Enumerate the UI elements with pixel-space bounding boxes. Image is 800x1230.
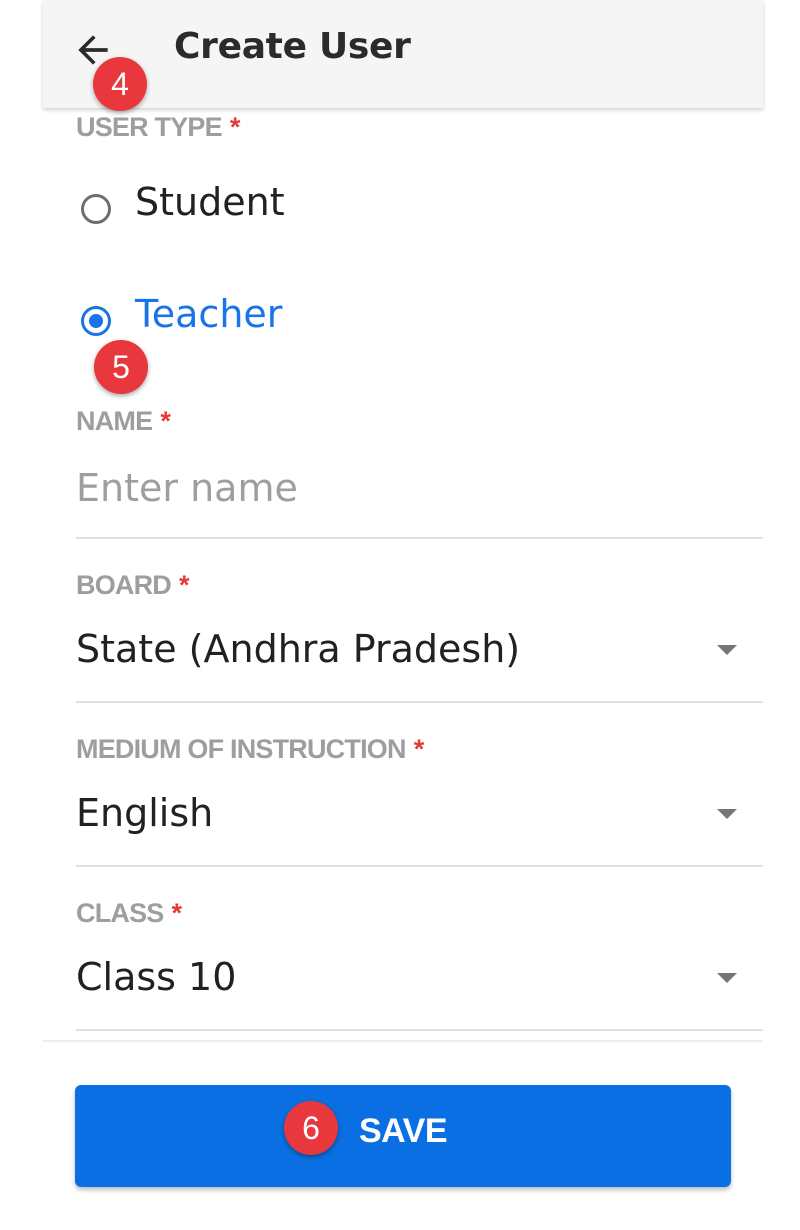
- board-select-underline: [76, 701, 763, 703]
- step-badge-teacher: 5: [94, 340, 148, 394]
- page-title: Create User: [174, 26, 411, 67]
- medium-label: MEDIUM OF INSTRUCTION *: [76, 734, 424, 765]
- class-label-text: CLASS: [76, 898, 164, 928]
- dropdown-caret-icon[interactable]: [717, 645, 737, 655]
- class-select-underline: [76, 1029, 763, 1031]
- radio-label-teacher: Teacher: [135, 292, 283, 336]
- required-mark: *: [160, 406, 171, 436]
- user-type-label-text: USER TYPE: [76, 112, 223, 142]
- user-type-label: USER TYPE *: [76, 112, 240, 143]
- step-badge-save: 6: [284, 1101, 338, 1155]
- required-mark: *: [229, 112, 240, 142]
- footer-divider: [43, 1040, 763, 1042]
- name-label: NAME *: [76, 406, 171, 437]
- medium-select-underline: [76, 865, 763, 867]
- radio-button-unchecked[interactable]: [81, 194, 111, 224]
- dropdown-caret-icon[interactable]: [717, 973, 737, 983]
- dropdown-caret-icon[interactable]: [717, 809, 737, 819]
- create-user-screen: Create User 4 USER TYPE * Student Teacher…: [43, 0, 763, 1230]
- board-label-text: BOARD: [76, 570, 172, 600]
- name-input[interactable]: [76, 453, 763, 523]
- required-mark: *: [413, 734, 424, 764]
- step-badge-back: 4: [93, 57, 147, 111]
- medium-select[interactable]: English: [76, 781, 763, 851]
- board-select[interactable]: State (Andhra Pradesh): [76, 617, 763, 687]
- board-label: BOARD *: [76, 570, 189, 601]
- board-value: State (Andhra Pradesh): [76, 627, 521, 671]
- class-select[interactable]: Class 10: [76, 945, 763, 1015]
- radio-dot: [89, 314, 103, 328]
- save-button[interactable]: SAVE: [75, 1085, 731, 1187]
- medium-value: English: [76, 791, 214, 835]
- radio-button-checked[interactable]: [81, 306, 111, 336]
- class-value: Class 10: [76, 955, 237, 999]
- required-mark: *: [179, 570, 189, 600]
- radio-label-student: Student: [135, 180, 285, 224]
- required-mark: *: [171, 898, 182, 928]
- medium-label-text: MEDIUM OF INSTRUCTION: [76, 734, 406, 764]
- app-bar: Create User: [43, 0, 763, 108]
- save-button-label: SAVE: [358, 1112, 448, 1150]
- name-label-text: NAME: [76, 406, 153, 436]
- name-input-underline: [76, 537, 763, 539]
- class-label: CLASS *: [76, 898, 182, 929]
